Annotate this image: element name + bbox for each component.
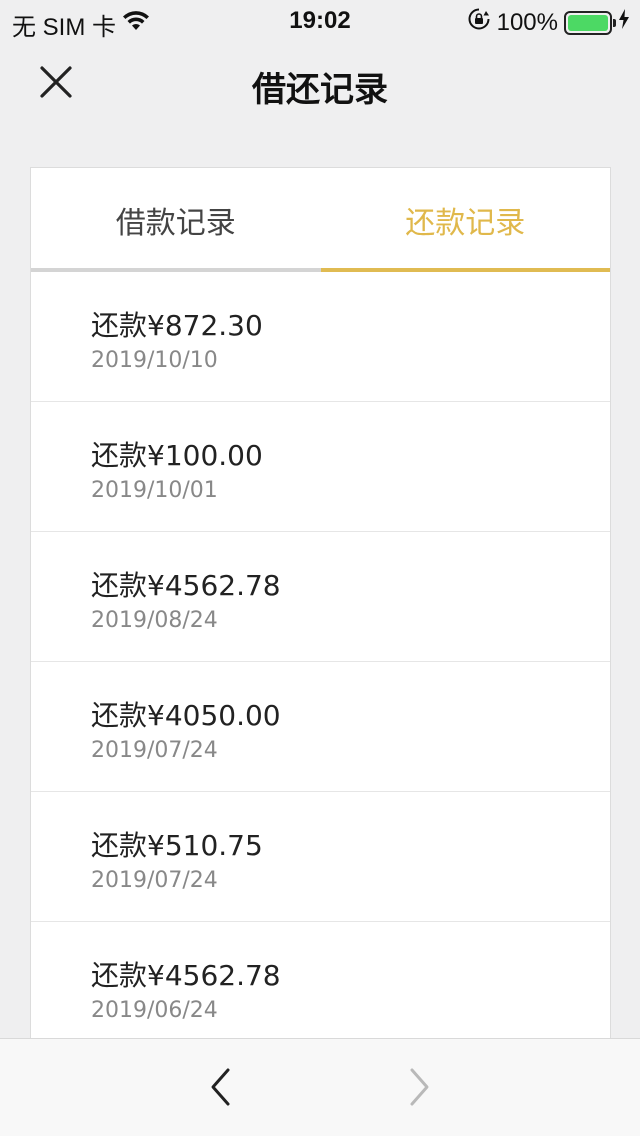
list-item[interactable]: 还款¥100.00 2019/10/01 [31, 402, 610, 532]
battery-fill [568, 14, 608, 31]
record-date: 2019/10/01 [91, 478, 218, 503]
record-date: 2019/07/24 [91, 868, 218, 893]
chevron-right-icon [406, 1067, 432, 1111]
list-item[interactable]: 还款¥510.75 2019/07/24 [31, 792, 610, 922]
orientation-lock-icon [467, 7, 491, 38]
status-bar: 无 SIM 卡 19:02 100% [0, 0, 640, 41]
record-date: 2019/07/24 [91, 738, 218, 763]
chevron-left-icon [208, 1067, 234, 1111]
back-button[interactable] [197, 1065, 245, 1113]
page-title: 借还记录 [252, 70, 388, 110]
records-card: 借款记录 还款记录 还款¥872.30 2019/10/10 还款¥100.00… [30, 167, 611, 1047]
record-amount: 还款¥4562.78 [91, 569, 281, 602]
record-date: 2019/06/24 [91, 998, 218, 1023]
forward-button [395, 1065, 443, 1113]
tab-bar: 借款记录 还款记录 [31, 168, 610, 272]
records-list: 还款¥872.30 2019/10/10 还款¥100.00 2019/10/0… [31, 272, 610, 1046]
record-amount: 还款¥510.75 [91, 829, 263, 862]
record-amount: 还款¥4050.00 [91, 699, 281, 732]
charging-bolt-icon [618, 8, 630, 37]
record-amount: 还款¥100.00 [91, 439, 263, 472]
list-item[interactable]: 还款¥872.30 2019/10/10 [31, 272, 610, 402]
status-right: 100% [467, 7, 630, 38]
list-item[interactable]: 还款¥4562.78 2019/06/24 [31, 922, 610, 1046]
battery-icon [564, 10, 616, 35]
record-amount: 还款¥4562.78 [91, 959, 281, 992]
tab-borrow-records[interactable]: 借款记录 [31, 168, 321, 272]
record-date: 2019/08/24 [91, 608, 218, 633]
battery-percent: 100% [496, 8, 558, 36]
record-date: 2019/10/10 [91, 348, 218, 373]
list-item[interactable]: 还款¥4562.78 2019/08/24 [31, 532, 610, 662]
list-item[interactable]: 还款¥4050.00 2019/07/24 [31, 662, 610, 792]
nav-bar: 借还记录 [0, 40, 640, 128]
bottom-toolbar [0, 1038, 640, 1136]
tab-repay-records[interactable]: 还款记录 [320, 168, 611, 272]
record-amount: 还款¥872.30 [91, 309, 263, 342]
